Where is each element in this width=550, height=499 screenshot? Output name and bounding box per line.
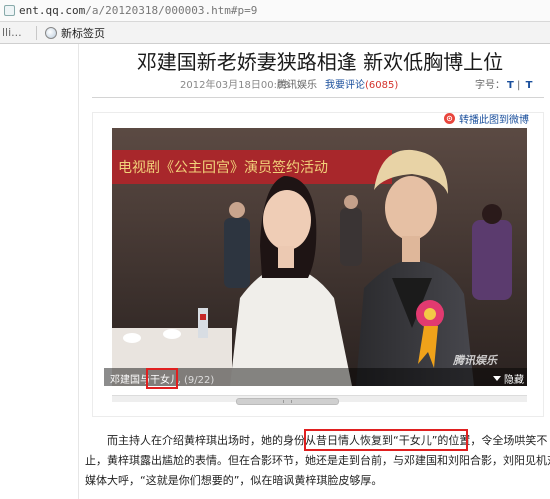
banner-text: 电视剧《公主回宫》演员签约活动 bbox=[118, 159, 328, 176]
source-link[interactable]: 腾讯娱乐 bbox=[277, 76, 317, 91]
address-bar[interactable]: ent.qq.com/a/20120318/000003.htm#p=9 bbox=[0, 0, 550, 22]
new-tab-label: 新标签页 bbox=[61, 26, 105, 40]
weibo-icon: ⊙ bbox=[444, 113, 455, 124]
article-headline: 邓建国新老娇妻狭路相逢 新欢低胸博上位 bbox=[136, 50, 504, 74]
comment-link[interactable]: 我要评论(6085) bbox=[325, 76, 398, 91]
favorites-item-truncated[interactable]: lli... bbox=[0, 26, 36, 39]
left-column-divider bbox=[78, 44, 79, 499]
favorites-divider bbox=[36, 25, 37, 40]
gallery-photo[interactable]: 电视剧《公主回宫》演员签约活动 bbox=[112, 128, 527, 386]
paragraph-line: 止，黄梓琪露出尴尬的表情。但在合影环节，她还是走到台前，与邓建国和刘阳合影，刘阳… bbox=[85, 454, 550, 467]
hide-label: 隐藏 bbox=[504, 375, 524, 386]
globe-icon bbox=[45, 26, 57, 39]
triangle-down-icon bbox=[493, 376, 501, 381]
caption-highlight-box bbox=[146, 368, 178, 389]
font-size-control: 字号： T | T bbox=[475, 80, 533, 91]
paragraph-line: 媒体大呼，“这就是你们想要的”，似在暗讽黄梓琪脸皮够厚。 bbox=[85, 474, 383, 487]
hide-caption-button[interactable]: 隐藏 bbox=[493, 371, 524, 386]
favorites-bar: lli... 新标签页 bbox=[0, 22, 550, 44]
photo-illustration: 电视剧《公主回宫》演员签约活动 bbox=[112, 128, 527, 386]
article-meta: 2012年03月18日00:03 腾讯娱乐 我要评论(6085) 字号： T | … bbox=[0, 76, 550, 91]
header-divider bbox=[92, 97, 544, 98]
watermark-logo: 腾讯娱乐 bbox=[453, 354, 497, 367]
comment-count: (6085) bbox=[365, 80, 399, 91]
page-icon bbox=[4, 5, 15, 16]
new-tab-link[interactable]: 新标签页 bbox=[45, 25, 105, 41]
photo-counter: (9/22) bbox=[184, 375, 215, 386]
text-highlight-box bbox=[304, 429, 468, 451]
publish-date: 2012年03月18日00:03 bbox=[180, 80, 290, 91]
share-weibo-link[interactable]: ⊙ 转播此图到微博 bbox=[444, 111, 529, 126]
grip-icon bbox=[283, 400, 292, 403]
share-weibo-label: 转播此图到微博 bbox=[459, 115, 529, 126]
font-small-button[interactable]: T bbox=[526, 80, 533, 91]
url-text[interactable]: ent.qq.com/a/20120318/000003.htm#p=9 bbox=[19, 4, 257, 17]
font-large-button[interactable]: T bbox=[507, 80, 514, 91]
